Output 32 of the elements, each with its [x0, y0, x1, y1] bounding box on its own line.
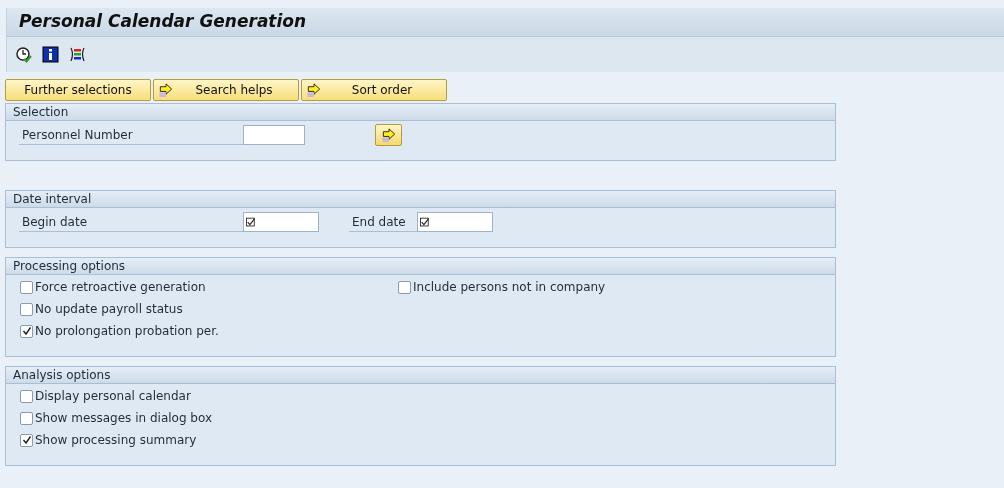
checkbox[interactable]	[20, 389, 33, 403]
checkbox-label: Force retroactive generation	[35, 279, 206, 296]
checkbox-label: Show messages in dialog box	[35, 410, 213, 427]
checkbox[interactable]	[398, 280, 411, 294]
date-field[interactable]	[243, 212, 319, 232]
checkbox[interactable]	[20, 302, 33, 316]
checkbox[interactable]	[20, 433, 33, 447]
checkbox-label: Include persons not in company	[413, 279, 606, 296]
checkbox[interactable]	[20, 411, 33, 425]
checkbox[interactable]	[20, 324, 33, 338]
execute-button[interactable]	[375, 124, 402, 146]
tab-button[interactable]: Sort order	[301, 79, 447, 101]
date-field[interactable]	[417, 212, 493, 232]
checkbox-label: Display personal calendar	[35, 388, 191, 405]
info-icon[interactable]	[42, 46, 59, 63]
checkbox-label: Show processing summary	[35, 432, 197, 449]
checkbox[interactable]	[20, 280, 33, 294]
checkbox-label: No update payroll status	[35, 301, 183, 318]
checkbox-label: No prolongation probation per.	[35, 323, 219, 340]
group-title: Selection	[6, 104, 835, 121]
arrow-icon	[380, 127, 397, 143]
tab-button[interactable]: Search helps	[153, 79, 299, 101]
group-title: Date interval	[6, 191, 835, 208]
window-title: Personal Calendar Generation	[7, 8, 1004, 36]
group-title: Processing options	[6, 258, 835, 275]
field-label: Begin date	[19, 212, 243, 232]
list-icon[interactable]	[69, 46, 86, 63]
input-field[interactable]	[243, 125, 305, 145]
clock-icon[interactable]	[15, 46, 32, 63]
group-title: Analysis options	[6, 367, 835, 384]
field-label: Personnel Number	[19, 125, 243, 145]
tab-button[interactable]: Further selections	[5, 79, 151, 101]
